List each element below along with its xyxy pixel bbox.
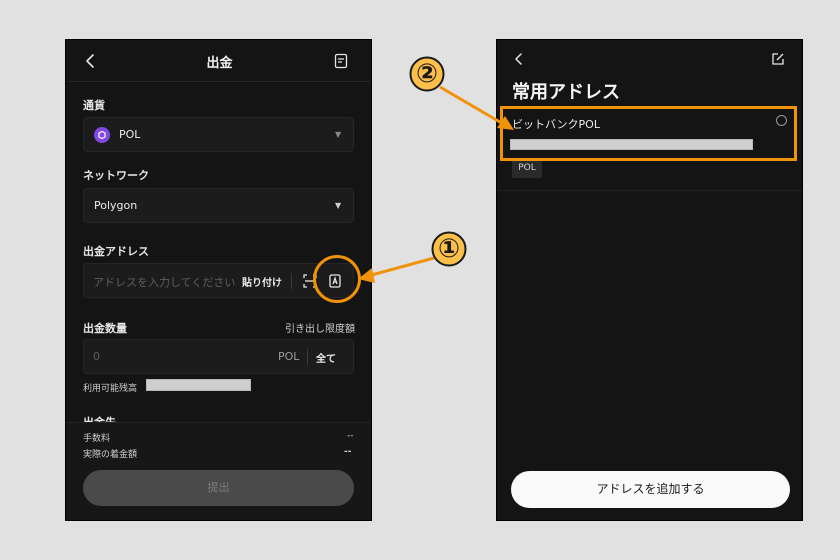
- step-number: ①: [437, 234, 460, 264]
- step-number: ②: [415, 59, 438, 89]
- step-number-badge: ①: [430, 230, 468, 268]
- step-number-badge: ②: [408, 55, 446, 93]
- arrow-head-icon: [358, 268, 375, 283]
